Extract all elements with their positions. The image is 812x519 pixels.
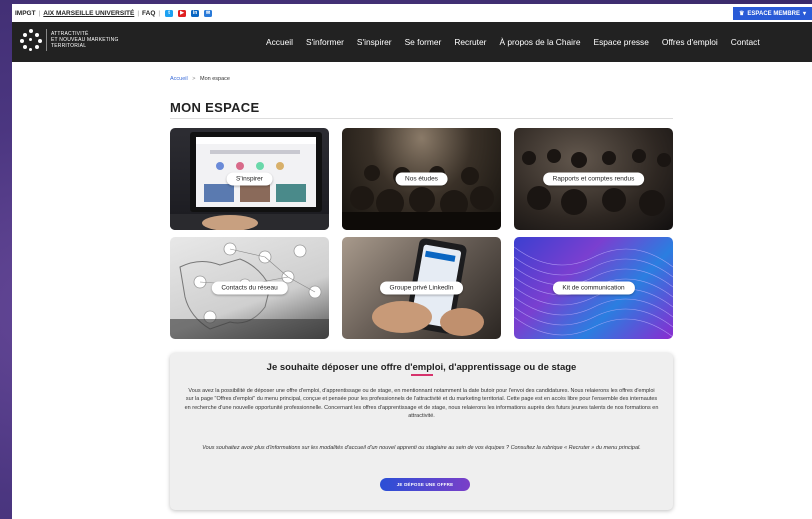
title-divider	[170, 118, 673, 119]
nav-a-propos[interactable]: À propos de la Chaire	[499, 37, 580, 47]
nav-se-former[interactable]: Se former	[405, 37, 442, 47]
nav-sinformer[interactable]: S'informer	[306, 37, 344, 47]
tile-label: Kit de communication	[552, 281, 635, 295]
main-menu: Accueil S'informer S'inspirer Se former …	[266, 22, 760, 62]
faq-link[interactable]: FAQ	[139, 10, 158, 17]
title-accent	[411, 374, 433, 376]
tile-label: S'inspirer	[226, 172, 273, 186]
nav-sinspirer[interactable]: S'inspirer	[357, 37, 392, 47]
tile-nos-etudes[interactable]: Nos études	[342, 128, 501, 230]
nav-contact[interactable]: Contact	[731, 37, 760, 47]
tile-label: Contacts du réseau	[211, 281, 288, 295]
logo-text: ATTRACTIVITÉ ET NOUVEAU MARKETING TERRIT…	[51, 31, 119, 49]
page-title: MON ESPACE	[170, 100, 260, 115]
email-icon[interactable]: ✉	[204, 9, 213, 17]
page: IMPGT | AIX MARSEILLE UNIVERSITÉ | FAQ |…	[12, 4, 812, 519]
tile-label: Nos études	[395, 172, 448, 186]
chevron-down-icon: ▾	[802, 11, 806, 17]
breadcrumb-home[interactable]: Accueil	[170, 76, 188, 82]
tile-sinspirer[interactable]: S'inspirer	[170, 128, 329, 230]
offer-panel: Je souhaite déposer une offre d'emploi, …	[170, 353, 673, 510]
breadcrumb-current: Mon espace	[200, 76, 230, 82]
nav-recruter[interactable]: Recruter	[454, 37, 486, 47]
main-navbar: ATTRACTIVITÉ ET NOUVEAU MARKETING TERRIT…	[12, 22, 812, 62]
youtube-icon[interactable]: ▶	[178, 9, 187, 17]
tile-kit-communication[interactable]: Kit de communication	[514, 237, 673, 339]
tile-rapports[interactable]: Rapports et comptes rendus	[514, 128, 673, 230]
nav-accueil[interactable]: Accueil	[266, 37, 293, 47]
top-bar: IMPGT | AIX MARSEILLE UNIVERSITÉ | FAQ |…	[12, 4, 812, 22]
tile-label: Groupe privé LinkedIn	[379, 281, 464, 295]
tile-label: Rapports et comptes rendus	[542, 172, 645, 186]
logo-mark	[20, 29, 42, 51]
linkedin-icon[interactable]: in	[191, 9, 200, 17]
impgt-link[interactable]: IMPGT	[12, 10, 39, 17]
tile-contacts-reseau[interactable]: Contacts du réseau	[170, 237, 329, 339]
crown-icon: ♛	[739, 11, 745, 17]
nav-espace-presse[interactable]: Espace presse	[593, 37, 648, 47]
twitter-icon[interactable]: t	[165, 9, 174, 17]
logo[interactable]: ATTRACTIVITÉ ET NOUVEAU MARKETING TERRIT…	[20, 29, 119, 51]
espace-membre-button[interactable]: ♛ ESPACE MEMBRE ▾	[733, 7, 812, 20]
nav-offres-emploi[interactable]: Offres d'emploi	[662, 37, 718, 47]
offer-title: Je souhaite déposer une offre d'emploi, …	[266, 362, 577, 373]
breadcrumb: Accueil > Mon espace	[170, 76, 230, 82]
tiles-grid: S'inspirer Nos études Rapports et compte	[170, 128, 673, 339]
submit-offer-button[interactable]: JE DÉPOSE UNE OFFRE	[380, 478, 470, 491]
offer-recruter-note: Vous souhaitez avoir plus d'informations…	[202, 445, 641, 451]
offer-description: Vous avez la possibilité de déposer une …	[184, 388, 659, 420]
tile-groupe-linkedin[interactable]: Groupe privé LinkedIn	[342, 237, 501, 339]
espace-membre-label: ESPACE MEMBRE	[747, 10, 800, 17]
amu-link[interactable]: AIX MARSEILLE UNIVERSITÉ	[40, 10, 137, 17]
